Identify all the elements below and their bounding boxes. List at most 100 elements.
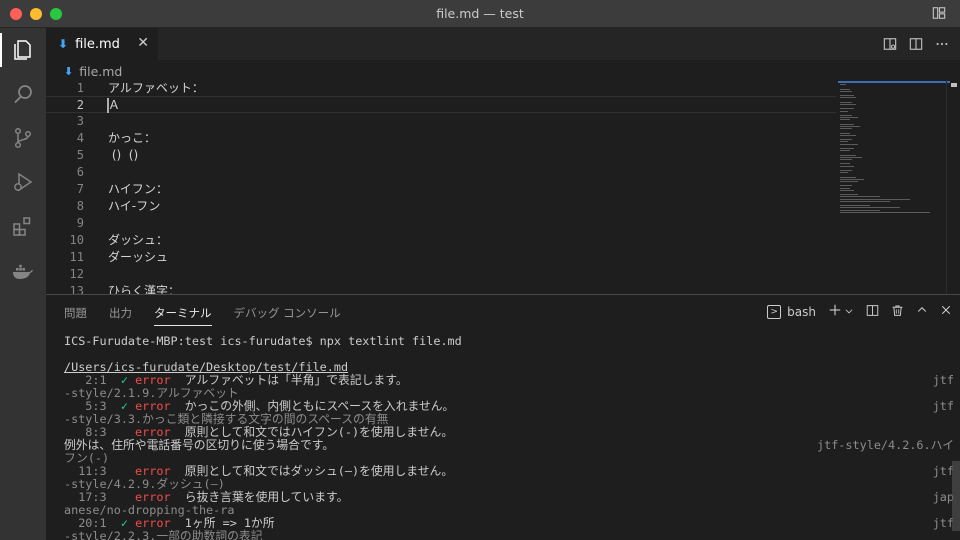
editor-line[interactable]: 4 かっこ： xyxy=(46,130,836,147)
more-actions-icon[interactable] xyxy=(934,36,950,52)
error-rule: jtf xyxy=(932,464,954,478)
minimap-line xyxy=(840,165,854,167)
line-text[interactable]: ダッシュ： xyxy=(108,232,168,249)
error-rule: jtf-style/4.2.6.ハイ xyxy=(817,438,954,452)
tab-output[interactable]: 出力 xyxy=(109,305,132,326)
line-text[interactable]: ひらく漢字： xyxy=(108,283,180,294)
minimap-line xyxy=(840,207,900,209)
minimap-line xyxy=(840,119,850,121)
chevron-down-icon[interactable] xyxy=(844,305,854,319)
minimap-line xyxy=(840,150,850,152)
tab-problems[interactable]: 問題 xyxy=(64,305,87,326)
extensions-icon[interactable] xyxy=(11,214,35,238)
line-text[interactable]: Ａ xyxy=(108,97,120,114)
line-text[interactable]: () () xyxy=(108,147,138,164)
editor-line[interactable]: 12 xyxy=(46,266,836,283)
terminal-output[interactable]: ICS-Furudate-MBP:test ics-furudate$ npx … xyxy=(64,335,954,540)
tab-terminal[interactable]: ターミナル xyxy=(154,305,212,326)
tab-debug-console[interactable]: デバッグ コンソール xyxy=(234,305,341,326)
editor-actions xyxy=(882,36,950,52)
docker-icon[interactable] xyxy=(11,260,35,284)
editor-line[interactable]: 6 xyxy=(46,164,836,181)
minimize-window-button[interactable] xyxy=(30,8,42,20)
close-panel-icon[interactable] xyxy=(940,304,952,319)
editor-area[interactable]: 1 アルファベット： 2Ａ 3 4 かっこ： 5 () () 6 7 ハイフン： 8ハ… xyxy=(46,80,960,294)
minimap-line xyxy=(840,117,858,119)
error-rule: jtf xyxy=(932,516,954,530)
error-message: 1ヶ所 => 1か所 xyxy=(184,516,275,530)
editor-line[interactable]: 9 xyxy=(46,215,836,232)
breadcrumb-file[interactable]: file.md xyxy=(79,64,122,79)
error-message: アルファベットは「半角」で表記します。 xyxy=(184,373,408,387)
error-position: 11:3 xyxy=(64,464,107,478)
error-rule: jtf xyxy=(932,373,954,387)
error-message: 原則として和文ではダッシュ(―)を使用しません。 xyxy=(184,464,454,478)
error-message: かっこの外側、内側ともにスペースを入れません。 xyxy=(184,399,455,413)
editor-line[interactable]: 1 アルファベット： xyxy=(46,80,836,97)
line-number: 11 xyxy=(69,250,84,264)
bottom-panel: 問題 出力 ターミナル デバッグ コンソール > bash ICS-Furuda… xyxy=(46,294,960,540)
panel-actions: > bash xyxy=(767,303,952,320)
layout-icon[interactable] xyxy=(932,6,948,22)
minimap-line xyxy=(840,90,852,92)
terminal-shell-selector[interactable]: > bash xyxy=(767,304,816,319)
minimap-line xyxy=(840,172,848,174)
line-text[interactable]: ハイ-フン xyxy=(108,198,160,215)
source-control-icon[interactable] xyxy=(11,126,35,150)
tab-label: file.md xyxy=(75,36,120,52)
line-number: 13 xyxy=(69,284,84,294)
open-preview-icon[interactable] xyxy=(882,36,898,52)
line-text[interactable]: かっこ： xyxy=(108,130,156,147)
explorer-icon[interactable] xyxy=(0,33,35,67)
terminal-scrollbar[interactable] xyxy=(952,461,960,531)
minimap-line xyxy=(840,126,860,127)
line-number: 7 xyxy=(76,182,84,196)
error-rule-continued: -style/2.2.3.一部の助数詞の表記 xyxy=(64,529,263,540)
minimap-line xyxy=(840,143,858,145)
editor-line[interactable]: 5 () () xyxy=(46,147,836,164)
line-number: 8 xyxy=(76,199,84,213)
editor-scrollbar[interactable] xyxy=(946,80,960,294)
editor-line-current[interactable]: 2Ａ xyxy=(46,96,836,113)
maximize-window-button[interactable] xyxy=(50,8,62,20)
fixable-check-icon: ✓ xyxy=(120,516,128,530)
search-icon[interactable] xyxy=(11,82,35,106)
panel-tabs: 問題 出力 ターミナル デバッグ コンソール xyxy=(64,305,341,326)
minimap-line xyxy=(840,189,854,191)
line-text[interactable]: ダーッシュ xyxy=(108,249,168,266)
editor-line[interactable]: 7 ハイフン： xyxy=(46,181,836,198)
split-terminal-icon[interactable] xyxy=(866,304,879,320)
editor-line[interactable]: 10 ダッシュ： xyxy=(46,232,836,249)
editor-line[interactable]: 3 xyxy=(46,113,836,130)
editor-line[interactable]: 11 ダーッシュ xyxy=(46,249,836,266)
editor-line[interactable]: 8 ハイ-フン xyxy=(46,198,836,215)
minimap-viewport[interactable] xyxy=(838,81,950,83)
markdown-file-icon: ⬇ xyxy=(58,37,69,51)
minimap-line xyxy=(840,84,846,86)
tab-file-md[interactable]: ⬇ file.md ✕ xyxy=(46,28,158,60)
trash-icon[interactable] xyxy=(891,304,904,320)
window-title: file.md — test xyxy=(436,6,524,21)
line-text[interactable]: ハイフン： xyxy=(108,181,168,198)
close-window-button[interactable] xyxy=(10,8,22,20)
minimap[interactable] xyxy=(838,80,950,294)
close-tab-icon[interactable]: ✕ xyxy=(137,35,149,51)
minimap-line xyxy=(840,205,870,207)
minimap-line xyxy=(840,200,890,202)
split-editor-icon[interactable] xyxy=(908,36,924,52)
error-position: 20:1 xyxy=(64,516,107,530)
new-terminal-icon[interactable] xyxy=(828,303,842,320)
minimap-line xyxy=(840,115,852,116)
chevron-up-icon[interactable] xyxy=(916,304,928,319)
line-text[interactable]: アルファベット： xyxy=(108,80,204,97)
terminal-error-row-continued: 例外は、住所や電話番号の区切りに使う場合です。 jtf-style/4.2.6.ハ… xyxy=(64,439,954,452)
run-debug-icon[interactable] xyxy=(11,170,35,194)
editor-line[interactable]: 13 ひらく漢字： xyxy=(46,283,836,294)
line-number: 2 xyxy=(76,98,84,112)
minimap-line xyxy=(840,97,856,99)
error-level: error xyxy=(135,373,171,387)
minimap-line xyxy=(840,209,880,211)
breadcrumb[interactable]: ⬇ file.md xyxy=(46,60,960,82)
minimap-line xyxy=(840,88,850,90)
scrollbar-cursor-marker xyxy=(951,83,957,87)
